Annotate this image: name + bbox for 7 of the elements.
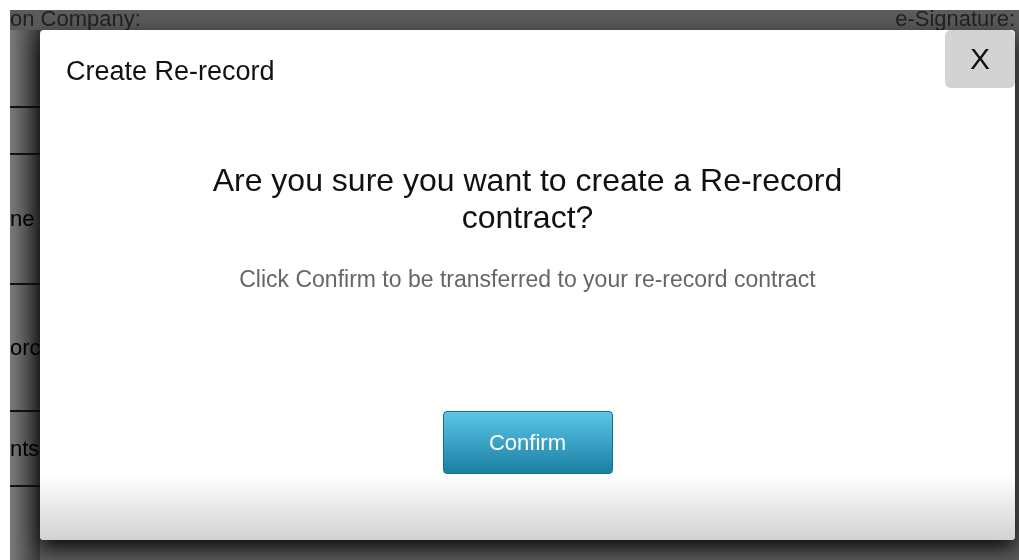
column-label: e-Signature: [895, 10, 1015, 30]
dialog-title: Create Re-record [66, 56, 275, 86]
confirmation-question: Are you sure you want to create a Re-record contract? [211, 162, 844, 236]
column-label: on Company: [10, 10, 141, 30]
field-label: ne [10, 206, 35, 232]
confirmation-message: Click Confirm to be transferred to your re-record contract [238, 266, 817, 293]
close-button[interactable]: X [945, 30, 1015, 88]
